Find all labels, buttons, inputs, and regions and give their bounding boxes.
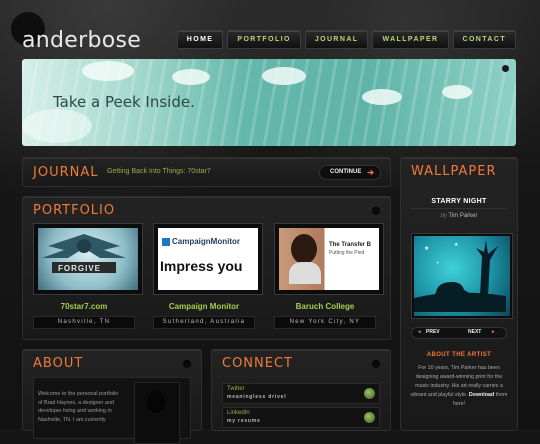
wallpaper-pager: ◂ PREV NEXT ▸ (411, 327, 507, 339)
portfolio-item-location: Nashville, TN (33, 316, 135, 329)
about-artist-text: For 10 years, Tim Parker has been design… (410, 364, 508, 409)
arrow-right-icon: ➔ (367, 168, 374, 177)
banner-headline: Take a Peek Inside. (53, 93, 195, 111)
nav-journal[interactable]: JOURNAL (304, 30, 369, 49)
arrow-right-icon: ▸ (492, 329, 495, 335)
journal-title: JOURNAL (33, 165, 99, 180)
thumb-text: FORGIVE (58, 264, 102, 273)
nav-wallpaper[interactable]: WALLPAPER (372, 30, 449, 49)
svg-text:★: ★ (454, 242, 459, 248)
wallpaper-title: WALLPAPER (411, 164, 497, 179)
about-text: Welcome to the personal portfolio of Bra… (38, 391, 119, 423)
portfolio-thumbnail[interactable]: CampaignMonitor Impress you (153, 223, 263, 295)
wallpaper-thumbnail[interactable]: ★ ★ ✦ (411, 233, 513, 319)
cloud-graphic (172, 69, 210, 85)
journal-latest-post[interactable]: Getting Back Into Things: 70star7 (107, 168, 211, 175)
portfolio-item-title[interactable]: Baruch College (274, 302, 376, 311)
portfolio-panel: PORTFOLIO FORGIVE 70star7.com Nashville,… (22, 196, 391, 340)
go-button-icon[interactable] (364, 412, 375, 423)
main-nav: HOME PORTFOLIO JOURNAL WALLPAPER CONTACT (176, 30, 516, 49)
wings-graphic (42, 234, 126, 273)
nav-contact[interactable]: CONTACT (452, 30, 516, 49)
connect-item-label: Twitter (227, 386, 245, 392)
connect-item-linkedin[interactable]: LinkedIn my resume (222, 407, 380, 428)
portfolio-item[interactable]: The Transfer B Putting the Pied Baruch C… (274, 223, 384, 329)
campaign-monitor-logo-icon (162, 238, 170, 246)
cloud-graphic (82, 61, 134, 81)
thumbnail-image: FORGIVE (38, 228, 138, 290)
portrait-shoulders (289, 262, 321, 284)
journal-panel: JOURNAL Getting Back Into Things: 70star… (22, 157, 391, 187)
site-logo[interactable]: anderbose (22, 28, 141, 53)
thumbnail-image: The Transfer B Putting the Pied (279, 228, 379, 290)
wallpaper-name: STARRY NIGHT (431, 198, 487, 205)
portfolio-item[interactable]: FORGIVE 70star7.com Nashville, TN (33, 223, 143, 329)
cloud-graphic (362, 89, 402, 105)
portfolio-item-location: Sutherland, Australia (153, 316, 255, 329)
portfolio-item-title[interactable]: Campaign Monitor (153, 302, 255, 311)
wallpaper-image: ★ ★ ✦ (414, 236, 510, 316)
cloud-graphic (22, 109, 92, 143)
portfolio-item[interactable]: CampaignMonitor Impress you Campaign Mon… (153, 223, 263, 329)
about-box: Welcome to the personal portfolio of Bra… (33, 377, 191, 444)
wallpaper-artist[interactable]: Tim Parker (448, 213, 477, 219)
connect-panel: CONNECT Twitter meaningless drivel Linke… (211, 349, 391, 431)
hero-banner: Take a Peek Inside. (22, 59, 516, 146)
arrow-left-icon: ◂ (418, 329, 421, 335)
nav-portfolio[interactable]: PORTFOLIO (227, 30, 301, 49)
connect-title: CONNECT (222, 356, 293, 371)
connect-item-sub: my resume (227, 418, 261, 424)
byline-prefix: by (440, 213, 447, 219)
about-title: ABOUT (33, 356, 84, 371)
continue-button[interactable]: CONTINUE ➔ (319, 165, 381, 180)
go-button-icon[interactable] (364, 388, 375, 399)
thumb-text: The Transfer B (329, 242, 372, 248)
svg-text:★: ★ (424, 245, 429, 252)
panel-dot (372, 207, 380, 215)
download-link[interactable]: Download (469, 392, 494, 398)
nav-home[interactable]: HOME (176, 30, 224, 49)
portfolio-item-location: New York City, NY (274, 316, 376, 329)
profile-photo (134, 382, 180, 444)
cloud-graphic (262, 67, 306, 85)
connect-item-label: LinkedIn (227, 410, 250, 416)
divider (411, 208, 507, 209)
portfolio-thumbnail[interactable]: FORGIVE (33, 223, 143, 295)
svg-text:✦: ✦ (436, 260, 440, 265)
thumb-brand: CampaignMonitor (172, 237, 240, 246)
about-panel: ABOUT Welcome to the personal portfolio … (22, 349, 202, 444)
portfolio-thumbnail[interactable]: The Transfer B Putting the Pied (274, 223, 384, 295)
connect-item-sub: meaningless drivel (227, 394, 287, 400)
tree-car-graphic: ★ ★ ✦ (414, 240, 506, 312)
cloud-graphic (442, 85, 472, 99)
banner-indicator[interactable] (502, 65, 509, 72)
thumb-subtext: Putting the Pied (329, 250, 365, 256)
connect-item-twitter[interactable]: Twitter meaningless drivel (222, 383, 380, 404)
wallpaper-panel: WALLPAPER STARRY NIGHT by Tim Parker ★ ★… (400, 157, 518, 431)
portfolio-title: PORTFOLIO (33, 203, 116, 218)
portrait-graphic (291, 234, 317, 264)
panel-dot (372, 360, 380, 368)
panel-dot (183, 360, 191, 368)
prev-button[interactable]: PREV (426, 329, 440, 335)
wallpaper-byline: by Tim Parker (401, 213, 517, 219)
about-artist-title: ABOUT THE ARTIST (426, 352, 492, 358)
thumb-text: Impress you (160, 258, 243, 274)
portfolio-item-title[interactable]: 70star7.com (33, 302, 135, 311)
thumbnail-image: CampaignMonitor Impress you (158, 228, 258, 290)
next-button[interactable]: NEXT (468, 329, 481, 335)
